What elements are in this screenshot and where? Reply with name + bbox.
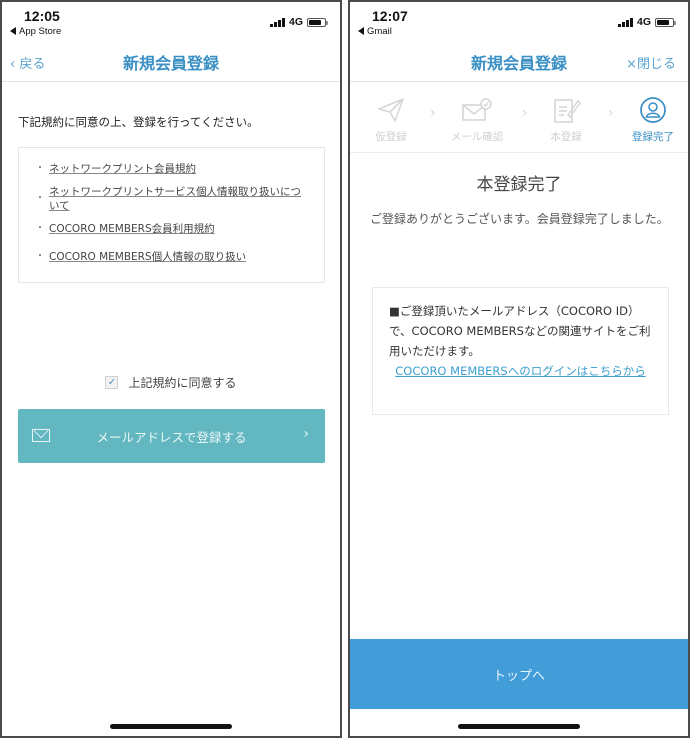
info-text: ■ご登録頂いたメールアドレス（COCORO ID）で、COCORO MEMBER…	[389, 304, 651, 358]
paper-plane-icon	[356, 95, 426, 125]
back-to-app-link[interactable]: App Store	[10, 26, 61, 37]
status-bar: 12:05 App Store 4G	[2, 2, 340, 42]
back-app-label: Gmail	[367, 26, 392, 37]
step-separator: ›	[608, 105, 614, 121]
status-indicators: 4G	[270, 16, 328, 28]
terms-link[interactable]: ネットワークプリントサービス個人情報取り扱いについて	[49, 185, 310, 213]
status-bar: 12:07 Gmail 4G	[350, 2, 688, 42]
status-time: 12:07	[372, 8, 408, 24]
step-label: メール確認	[450, 131, 504, 143]
go-to-top-button[interactable]: トップへ	[350, 639, 688, 709]
instruction-text: 下記規約に同意の上、登録を行ってください。	[18, 115, 259, 129]
terms-item: ・ COCORO MEMBERS個人情報の取り扱い	[35, 250, 310, 264]
agree-checkbox[interactable]: ✓	[105, 376, 119, 389]
checkmark-icon: ✓	[107, 377, 117, 388]
step-full-register: 本登録	[531, 95, 601, 144]
back-triangle-icon	[10, 27, 16, 35]
signal-icon	[618, 17, 633, 27]
step-label: 仮登録	[375, 131, 407, 143]
completion-message: ご登録ありがとうございます。会員登録完了しました。	[370, 212, 669, 226]
signal-icon	[270, 17, 285, 27]
agree-label: 上記規約に同意する	[128, 376, 237, 390]
step-mail-confirm: メール確認	[442, 95, 512, 144]
bullet: ・	[35, 223, 45, 234]
terms-item: ・ネットワークプリントサービス個人情報取り扱いについて	[35, 185, 310, 213]
info-box: ■ご登録頂いたメールアドレス（COCORO ID）で、COCORO MEMBER…	[372, 287, 669, 415]
terms-link[interactable]: ネットワークプリント会員規約	[49, 162, 196, 176]
terms-link[interactable]: COCORO MEMBERS会員利用規約	[49, 222, 215, 236]
terms-item: ・ネットワークプリント会員規約	[35, 162, 310, 176]
register-button-label: メールアドレスで登録する	[96, 429, 247, 445]
page-title: 新規会員登録	[122, 54, 219, 73]
nav-bar: 新規会員登録 ×閉じる	[350, 42, 688, 82]
progress-steps: 仮登録 › メール確認 › 本登録 › 登録完了	[350, 83, 688, 153]
bullet: ・	[35, 163, 45, 174]
step-provisional: 仮登録	[356, 95, 426, 144]
terms-list-box: ・ネットワークプリント会員規約 ・ネットワークプリントサービス個人情報取り扱いに…	[18, 147, 325, 283]
back-app-label: App Store	[19, 26, 62, 37]
network-type: 4G	[288, 16, 303, 28]
battery-icon	[307, 17, 328, 27]
bullet: ・	[35, 193, 45, 204]
step-separator: ›	[430, 105, 436, 121]
status-time: 12:05	[24, 8, 60, 24]
document-edit-icon	[531, 95, 601, 125]
terms-item: ・ COCORO MEMBERS会員利用規約	[35, 222, 310, 236]
step-label: 登録完了	[632, 131, 674, 143]
status-indicators: 4G	[618, 16, 676, 28]
phone-screen-complete: 12:07 Gmail 4G 新規会員登録 ×閉じる 仮登録 › メール確認 ›	[348, 0, 690, 738]
bullet: ・	[35, 251, 45, 262]
user-circle-icon	[618, 95, 688, 125]
chevron-right-icon: ›	[303, 426, 309, 442]
phone-screen-terms: 12:05 App Store 4G ‹ 戻る 新規会員登録 下記規約に同意の上…	[0, 0, 342, 738]
battery-icon	[655, 17, 676, 27]
network-type: 4G	[636, 16, 651, 28]
close-button[interactable]: ×閉じる	[626, 53, 676, 72]
back-to-app-link[interactable]: Gmail	[358, 26, 392, 37]
terms-link[interactable]: COCORO MEMBERS個人情報の取り扱い	[49, 250, 246, 264]
register-with-email-button[interactable]: メールアドレスで登録する ›	[18, 409, 325, 463]
step-separator: ›	[522, 105, 528, 121]
home-indicator[interactable]	[458, 724, 580, 729]
home-indicator[interactable]	[110, 724, 232, 729]
cocoro-login-link[interactable]: COCORO MEMBERSへのログインはこちらから	[389, 361, 652, 381]
completion-title: 本登録完了	[476, 175, 562, 195]
step-complete: 登録完了	[618, 95, 688, 144]
mail-check-icon	[442, 95, 512, 125]
envelope-icon	[32, 429, 50, 442]
nav-bar: ‹ 戻る 新規会員登録	[2, 42, 340, 82]
agree-terms-checkbox-row[interactable]: ✓ 上記規約に同意する	[2, 374, 340, 391]
top-button-label: トップへ	[492, 668, 545, 684]
step-label: 本登録	[550, 131, 582, 143]
back-triangle-icon	[358, 27, 364, 35]
